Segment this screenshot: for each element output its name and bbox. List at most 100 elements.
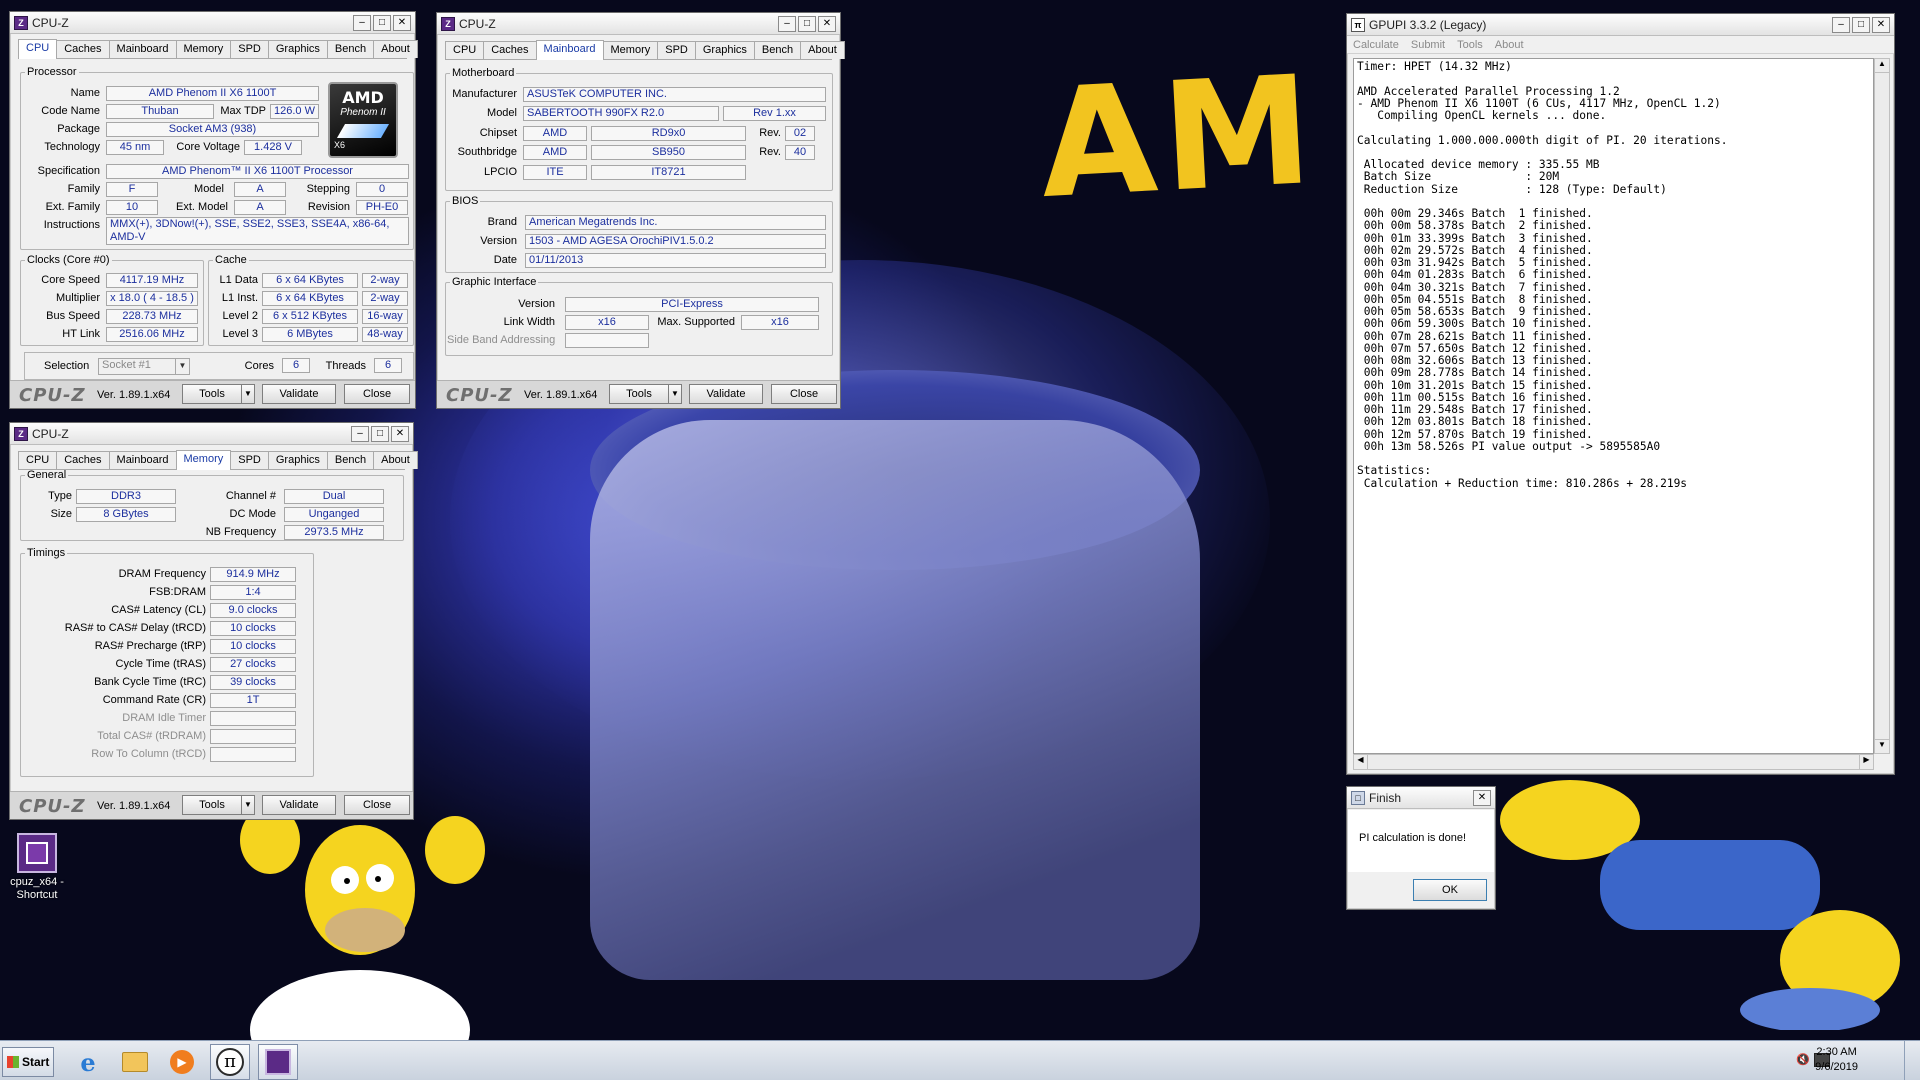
scroll-up-arrow-icon[interactable]: ▲ [1875, 59, 1889, 73]
close-window-button[interactable]: ✕ [393, 14, 411, 31]
timing-value [210, 711, 296, 726]
console-line: 00h 04m 01.283s Batch 6 finished. [1357, 268, 1593, 282]
taskbar-cpuz[interactable] [258, 1044, 298, 1080]
close-window-button[interactable]: ✕ [1872, 16, 1890, 33]
scroll-left-arrow-icon[interactable]: ◀ [1354, 755, 1368, 769]
tab-memory[interactable]: Memory [602, 41, 659, 59]
close-button[interactable]: Close [344, 795, 410, 815]
show-desktop-button[interactable] [1904, 1041, 1920, 1080]
tab-caches[interactable]: Caches [483, 41, 537, 59]
cpuz-footer: CPU-Z Ver. 1.89.1.x64 Tools ▼ Validate C… [10, 791, 413, 819]
vertical-scrollbar[interactable]: ▲ ▼ [1874, 58, 1890, 754]
tab-memory[interactable]: Memory [175, 450, 232, 470]
southbridge-value: SB950 [591, 145, 746, 160]
timing-value [210, 747, 296, 762]
start-button[interactable]: Start [2, 1047, 54, 1077]
tab-graphics[interactable]: Graphics [267, 451, 328, 469]
desktop-icon-cpuz[interactable]: cpuz_x64 - Shortcut [6, 833, 68, 902]
maxsupported-value: x16 [741, 315, 819, 330]
tools-button[interactable]: Tools [182, 795, 242, 815]
tab-caches[interactable]: Caches [56, 451, 110, 469]
tab-about[interactable]: About [373, 451, 418, 469]
validate-button[interactable]: Validate [262, 384, 336, 404]
cpuz-window-memory: Z CPU-Z – □ ✕ CPU Caches Mainboard Memor… [9, 422, 418, 820]
close-button[interactable]: Close [344, 384, 410, 404]
title-bar[interactable]: □ Finish ✕ [1347, 787, 1495, 809]
maximize-button[interactable]: □ [373, 14, 391, 31]
title-bar[interactable]: Z CPU-Z – □ ✕ [437, 13, 840, 35]
channel-label: Channel # [225, 490, 276, 502]
tab-bench[interactable]: Bench [326, 40, 375, 58]
console-line: Calculating 1.000.000.000th digit of PI.… [1357, 133, 1728, 147]
tools-dropdown-button[interactable]: ▼ [241, 795, 255, 815]
maximize-button[interactable]: □ [371, 425, 389, 442]
ok-button[interactable]: OK [1413, 879, 1487, 901]
media-player-icon: ▶ [170, 1050, 194, 1074]
chevron-down-icon: ▼ [175, 359, 189, 374]
scroll-down-arrow-icon[interactable]: ▼ [1875, 739, 1889, 753]
close-window-button[interactable]: ✕ [391, 425, 409, 442]
tab-about[interactable]: About [800, 41, 845, 59]
maximize-button[interactable]: □ [798, 15, 816, 32]
tab-mainboard[interactable]: Mainboard [108, 451, 177, 469]
taskbar-file-explorer[interactable] [115, 1044, 155, 1080]
tools-button[interactable]: Tools [609, 384, 669, 404]
volume-muted-icon[interactable]: 🔇 [1796, 1053, 1810, 1067]
system-clock[interactable]: 2:30 AM 9/6/2019 [1815, 1045, 1858, 1075]
maximize-button[interactable]: □ [1852, 16, 1870, 33]
menu-about[interactable]: About [1495, 39, 1524, 51]
tools-label: Tools [199, 388, 225, 400]
validate-button[interactable]: Validate [262, 795, 336, 815]
console-line: 00h 07m 28.621s Batch 11 finished. [1357, 329, 1593, 343]
family-label: Family [67, 183, 100, 195]
title-bar[interactable]: Z CPU-Z – □ ✕ [10, 12, 415, 34]
timing-label: RAS# Precharge (tRP) [94, 640, 206, 652]
tab-mainboard[interactable]: Mainboard [108, 40, 177, 58]
level3-value: 6 MBytes [262, 327, 358, 342]
minimize-button[interactable]: – [1832, 16, 1850, 33]
close-window-button[interactable]: ✕ [818, 15, 836, 32]
title-bar[interactable]: π GPUPI 3.3.2 (Legacy) – □ ✕ [1347, 14, 1894, 36]
tab-bench[interactable]: Bench [326, 451, 375, 469]
tab-cpu[interactable]: CPU [18, 39, 58, 59]
taskbar-media-player[interactable]: ▶ [162, 1044, 202, 1080]
tab-cpu[interactable]: CPU [445, 41, 485, 59]
tools-button[interactable]: Tools [182, 384, 242, 404]
selection-dropdown[interactable]: Socket #1 ▼ [98, 358, 190, 375]
menu-tools[interactable]: Tools [1457, 39, 1483, 51]
tab-spd[interactable]: SPD [230, 40, 269, 58]
tab-memory[interactable]: Memory [175, 40, 232, 58]
tab-mainboard[interactable]: Mainboard [535, 40, 604, 60]
menu-calculate[interactable]: Calculate [1353, 39, 1399, 51]
window-title: GPUPI 3.3.2 (Legacy) [1369, 17, 1487, 32]
taskbar-gpupi[interactable]: π [210, 1044, 250, 1080]
scroll-right-arrow-icon[interactable]: ▶ [1859, 755, 1873, 769]
tab-caches[interactable]: Caches [56, 40, 110, 58]
minimize-button[interactable]: – [353, 14, 371, 31]
tools-dropdown-button[interactable]: ▼ [668, 384, 682, 404]
output-console[interactable]: Timer: HPET (14.32 MHz) AMD Accelerated P… [1353, 58, 1874, 754]
timing-value: 9.0 clocks [210, 603, 296, 618]
tab-spd[interactable]: SPD [657, 41, 696, 59]
dialog-icon: □ [1351, 790, 1365, 805]
minimize-button[interactable]: – [351, 425, 369, 442]
menu-submit[interactable]: Submit [1411, 39, 1445, 51]
horizontal-scrollbar[interactable]: ◀ ▶ [1353, 754, 1874, 770]
validate-button[interactable]: Validate [689, 384, 763, 404]
minimize-button[interactable]: – [778, 15, 796, 32]
tools-dropdown-button[interactable]: ▼ [241, 384, 255, 404]
taskbar-internet-explorer[interactable]: e [68, 1044, 108, 1080]
timing-label: Cycle Time (tRAS) [115, 658, 206, 670]
console-line: 00h 01m 33.399s Batch 3 finished. [1357, 231, 1593, 245]
close-dialog-button[interactable]: ✕ [1473, 789, 1491, 806]
southbridge-vendor: AMD [523, 145, 587, 160]
tab-graphics[interactable]: Graphics [267, 40, 328, 58]
tab-about[interactable]: About [373, 40, 418, 58]
manufacturer-label: Manufacturer [452, 88, 517, 100]
tab-spd[interactable]: SPD [230, 451, 269, 469]
title-bar[interactable]: Z CPU-Z – □ ✕ [10, 423, 413, 445]
tab-bench[interactable]: Bench [753, 41, 802, 59]
tab-cpu[interactable]: CPU [18, 451, 58, 469]
close-button[interactable]: Close [771, 384, 837, 404]
tab-graphics[interactable]: Graphics [694, 41, 755, 59]
